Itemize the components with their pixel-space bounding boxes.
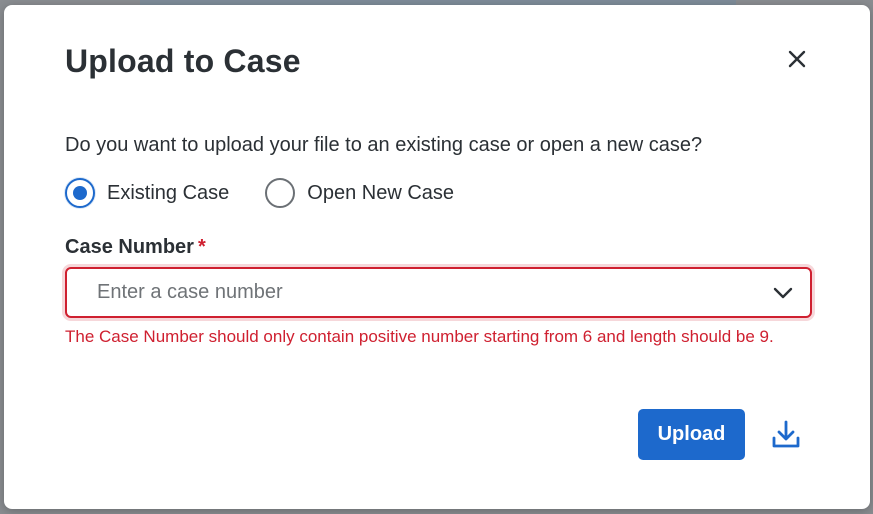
upload-question: Do you want to upload your file to an ex… [65,134,703,156]
download-icon [772,420,800,448]
download-button[interactable] [768,416,804,452]
open-new-case-label[interactable]: Open New Case [307,182,454,205]
case-number-placeholder: Enter a case number [97,281,283,303]
required-marker: * [197,236,206,258]
existing-case-option[interactable]: Existing Case [65,178,229,208]
case-number-label-text: Case Number [65,236,194,258]
close-button[interactable] [782,44,812,74]
upload-button[interactable]: Upload [638,409,745,460]
existing-case-label[interactable]: Existing Case [107,182,229,205]
upload-to-case-dialog: Upload to Case Do you want to upload you… [4,5,870,509]
close-icon [788,50,806,68]
case-number-select[interactable]: Enter a case number [65,267,812,318]
open-new-case-option[interactable]: Open New Case [265,178,454,208]
case-number-label: Case Number * [65,236,206,259]
chevron-down-icon[interactable] [772,286,794,300]
existing-case-radio[interactable] [65,178,95,208]
open-new-case-radio[interactable] [265,178,296,208]
case-number-error: The Case Number should only contain posi… [65,327,774,346]
dialog-title: Upload to Case [65,43,301,79]
case-type-radio-group: Existing Case Open New Case [65,177,454,209]
